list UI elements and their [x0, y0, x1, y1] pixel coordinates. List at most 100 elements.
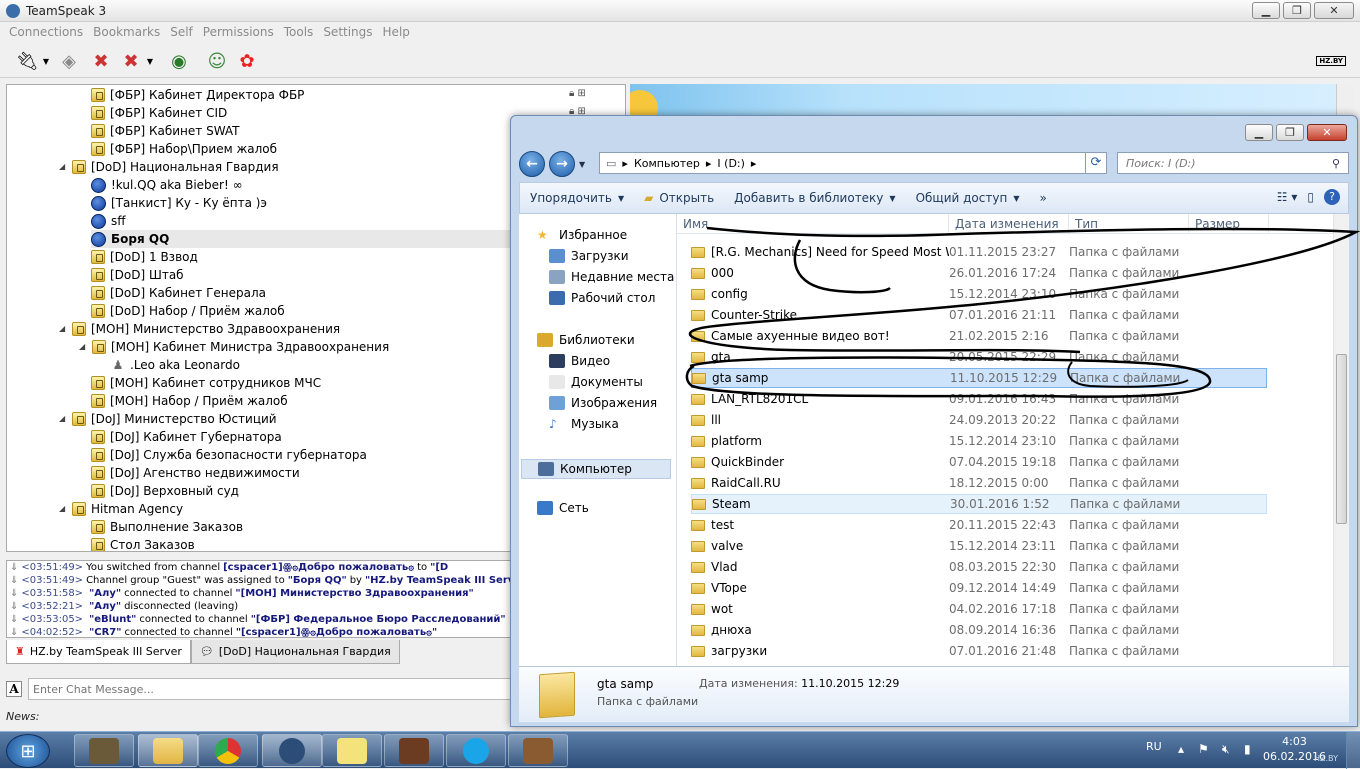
taskbar-explorer[interactable]	[138, 734, 198, 767]
nav-item[interactable]: Изображения	[549, 396, 657, 410]
menu-item[interactable]: Bookmarks	[88, 22, 165, 42]
back-arrow-icon[interactable]: ←	[519, 151, 545, 177]
channel-item[interactable]: [DoD] 1 Взвод	[91, 248, 198, 266]
view-options-icon[interactable]: ☷ ▾	[1277, 190, 1298, 204]
nav-item[interactable]: ★ Избранное	[537, 228, 627, 242]
file-row[interactable]: Самые ахуенные видео вот! 21.02.2015 2:16…	[691, 326, 1267, 346]
file-row[interactable]: gta 20.05.2015 22:29 Папка с файлами	[691, 347, 1267, 367]
speakers-dropdown-icon[interactable]: ▼	[144, 48, 156, 74]
exp-minimize-button[interactable]: ▁	[1245, 124, 1273, 141]
channel-item[interactable]: ◢ [DoD] Национальная Гвардия	[59, 158, 279, 176]
refresh-icon[interactable]: ⟳	[1085, 152, 1107, 174]
close-button[interactable]: ✕	[1314, 2, 1354, 19]
share-button[interactable]: Общий доступ ▼	[906, 191, 1030, 205]
channel-item[interactable]: [DoD] Кабинет Генерала	[91, 284, 266, 302]
expand-icon[interactable]: ◢	[59, 500, 67, 518]
client-item[interactable]: !kul.QQ aka Bieber! ∞	[91, 176, 243, 194]
taskbar-wot[interactable]	[74, 734, 134, 767]
menu-item[interactable]: Settings	[318, 22, 377, 42]
file-row[interactable]: RaidCall.RU 18.12.2015 0:00 Папка с файлам…	[691, 473, 1267, 493]
maximize-button[interactable]: ❐	[1283, 2, 1311, 19]
search-box[interactable]: Поиск: I (D:) ⚲	[1117, 152, 1349, 174]
client-item[interactable]: sff	[91, 212, 126, 230]
menu-item[interactable]: Self	[165, 22, 198, 42]
add-to-library-button[interactable]: Добавить в библиотеку ▼	[724, 191, 905, 205]
nav-item[interactable]: Библиотеки	[537, 333, 635, 347]
file-row[interactable]: wot 04.02.2016 17:18 Папка с файлами	[691, 599, 1267, 619]
menu-item[interactable]: Tools	[279, 22, 319, 42]
language-indicator[interactable]: RU	[1146, 740, 1162, 753]
file-row[interactable]: QuickBinder 07.04.2015 19:18 Папка с файла…	[691, 452, 1267, 472]
channel-item[interactable]: [DoD] Штаб	[91, 266, 184, 284]
mute-mic-icon[interactable]: ✖	[88, 48, 114, 74]
organize-button[interactable]: Упорядочить ▼	[520, 191, 634, 205]
nav-item[interactable]: Рабочий стол	[549, 291, 655, 305]
open-button[interactable]: ▰ Открыть	[634, 191, 724, 205]
exp-close-button[interactable]: ✕	[1307, 124, 1347, 141]
client-item[interactable]: Боря QQ	[91, 230, 531, 248]
more-commands-button[interactable]: »	[1029, 191, 1056, 205]
tab-server[interactable]: ♜ HZ.by TeamSpeak III Server	[6, 640, 191, 664]
col-size[interactable]: Размер	[1189, 214, 1269, 233]
file-row[interactable]: Vlad 08.03.2015 22:30 Папка с файлами	[691, 557, 1267, 577]
taskbar-skype[interactable]	[446, 734, 506, 767]
client-item[interactable]: [Танкист] Ку - Ку ёпта )э	[91, 194, 267, 212]
taskbar-samp[interactable]	[384, 734, 444, 767]
preview-pane-icon[interactable]: ▯	[1307, 190, 1314, 204]
expand-icon[interactable]: ◢	[59, 410, 67, 428]
taskbar-chrome[interactable]	[198, 734, 258, 767]
nav-item[interactable]: Документы	[549, 375, 643, 389]
expand-icon[interactable]: ◢	[59, 158, 67, 176]
nav-item[interactable]: ♪ Музыка	[549, 417, 619, 431]
client-item[interactable]: ♟ .Leo aka Leonardo	[111, 356, 240, 374]
start-button[interactable]: ⊞	[6, 734, 50, 768]
taskbar-gta[interactable]	[508, 734, 568, 767]
file-list-scrollbar[interactable]	[1333, 214, 1349, 666]
file-row[interactable]: valve 15.12.2014 23:11 Папка с файлами	[691, 536, 1267, 556]
minimize-button[interactable]: ▁	[1252, 2, 1280, 19]
channel-item[interactable]: [МОН] Набор / Приём жалоб	[91, 392, 288, 410]
channel-item[interactable]: Стол Заказов	[91, 536, 195, 551]
file-row[interactable]: platform 15.12.2014 23:10 Папка с файлами	[691, 431, 1267, 451]
file-row[interactable]: днюха 08.09.2014 16:36 Папка с файлами	[691, 620, 1267, 640]
taskbar-teamspeak[interactable]	[262, 734, 322, 767]
menu-item[interactable]: Connections	[4, 22, 88, 42]
channel-item[interactable]: ◢ [МОН] Кабинет Министра Здравоохранения	[79, 338, 389, 356]
file-row[interactable]: LAN_RTL8201CL 09.01.2016 16:43 Папка с фай…	[691, 389, 1267, 409]
channel-item[interactable]: [DoJ] Верховный суд	[91, 482, 239, 500]
exp-maximize-button[interactable]: ❐	[1276, 124, 1304, 141]
channel-item[interactable]: ◢ Hitman Agency	[59, 500, 183, 518]
address-bar[interactable]: ▭ ▸ Компьютер ▸ I (D:) ▸ ▼	[599, 152, 1101, 174]
file-row[interactable]: 000 26.01.2016 17:24 Папка с файлами	[691, 263, 1267, 283]
nav-item[interactable]: Сеть	[537, 501, 589, 515]
history-dropdown-icon[interactable]: ▼	[579, 160, 585, 169]
nav-item[interactable]: Компьютер	[521, 459, 671, 479]
channel-item[interactable]: [ФБР] Кабинет Директора ФБР	[91, 86, 304, 104]
channel-item[interactable]: [DoD] Набор / Приём жалоб	[91, 302, 285, 320]
channel-item[interactable]: Выполнение Заказов	[91, 518, 243, 536]
show-hidden-icons-icon[interactable]: ▴	[1178, 742, 1184, 756]
file-row[interactable]: gta samp 11.10.2015 12:29 Папка с файлами	[691, 368, 1267, 388]
nav-item[interactable]: Недавние места	[549, 270, 674, 284]
channel-item[interactable]: [ФБР] Кабинет CID	[91, 104, 227, 122]
subscribe-icon[interactable]: ◉	[166, 48, 192, 74]
channel-item[interactable]: [ФБР] Кабинет SWAT	[91, 122, 240, 140]
tab-channel[interactable]: 💬︎ [DoD] Национальная Гвардия	[190, 640, 400, 664]
chat-input[interactable]	[28, 678, 512, 700]
help-icon[interactable]: ?	[1324, 189, 1340, 205]
taskbar-notes[interactable]	[322, 734, 382, 767]
nav-item[interactable]: Видео	[549, 354, 610, 368]
hz-logo-icon[interactable]: ✿	[234, 48, 260, 74]
menu-item[interactable]: Help	[378, 22, 415, 42]
col-type[interactable]: Тип	[1069, 214, 1189, 233]
file-row[interactable]: Counter-Strike 07.01.2016 21:11 Папка с фа…	[691, 305, 1267, 325]
channel-item[interactable]: ◢ [DoJ] Министерство Юстиций	[59, 410, 277, 428]
channel-item[interactable]: [DoJ] Служба безопасности губернатора	[91, 446, 367, 464]
contacts-icon[interactable]: ☺	[204, 48, 230, 74]
show-desktop-button[interactable]	[1346, 732, 1360, 769]
network-error-icon[interactable]: ⚑	[1198, 742, 1209, 756]
file-row[interactable]: Steam 30.01.2016 1:52 Папка с файлами	[691, 494, 1267, 514]
breadcrumb-drive[interactable]: I (D:)	[717, 157, 745, 170]
menu-item[interactable]: Permissions	[198, 22, 279, 42]
channel-item[interactable]: [ФБР] Набор\Прием жалоб	[91, 140, 277, 158]
